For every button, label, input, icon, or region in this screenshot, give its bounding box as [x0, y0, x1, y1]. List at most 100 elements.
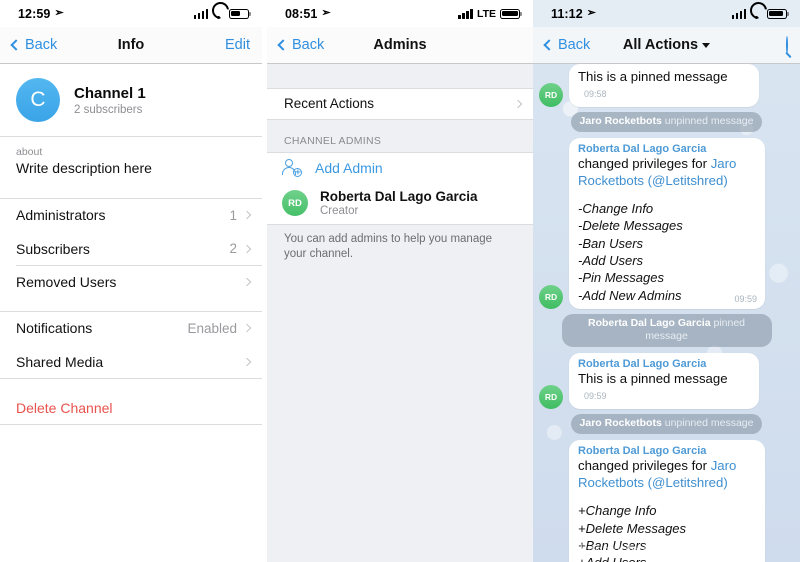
section-header-channel-admins: CHANNEL ADMINS [284, 135, 382, 147]
permission-item: +Delete Messages [578, 520, 687, 536]
permission-item: +Add Users [578, 554, 757, 562]
back-button-panel1[interactable]: Back [10, 37, 58, 53]
nav-bar-panel1: Back Info Edit [0, 27, 262, 64]
back-button-panel3[interactable]: Back [543, 37, 590, 53]
chevron-right-icon [242, 277, 252, 287]
service-action: unpinned message [664, 115, 754, 128]
permission-item: -Ban Users [578, 235, 644, 251]
row-shared-media[interactable]: Shared Media [0, 345, 262, 378]
row-value: 2 [229, 241, 237, 256]
message-bubble-privileges[interactable]: Roberta Dal Lago Garcia changed privileg… [569, 137, 765, 309]
cellular-bars-icon [731, 8, 746, 19]
status-time: 12:59 [18, 6, 51, 21]
status-bar-panel1: 12:59 ➢ [0, 0, 262, 27]
chat-message-row: RD Roberta Dal Lago Garcia This is a pin… [539, 353, 794, 410]
permission-list: -Change Info -Delete Messages -Ban Users… [578, 200, 757, 304]
channel-name: Channel 1 [74, 84, 146, 102]
service-message-row: Roberta Dal Lago Garcia pinned message [539, 313, 794, 348]
edit-button[interactable]: Edit [225, 37, 250, 53]
row-administrators[interactable]: Administrators 1 [0, 198, 262, 232]
privilege-intro: changed privileges for [578, 155, 711, 171]
avatar: C [16, 78, 60, 122]
nav-bar-panel2: Back Admins [267, 27, 533, 64]
row-value: Enabled [187, 320, 237, 336]
chevron-left-icon [277, 39, 289, 51]
row-label: Delete Channel [16, 399, 113, 416]
admins-footnote: You can add admins to help you manage yo… [284, 232, 493, 260]
search-button[interactable] [786, 36, 788, 54]
message-body: This is a pinned message [578, 371, 728, 387]
permission-item: -Add Users [578, 252, 644, 268]
chat-message-row: RD Roberta Dal Lago Garcia changed privi… [539, 137, 794, 309]
all-actions-label: All Actions [622, 37, 699, 53]
about-label: about [16, 145, 43, 158]
delete-channel-button[interactable]: Delete Channel [0, 391, 262, 424]
search-icon [786, 36, 788, 54]
row-label: Subscribers [16, 240, 90, 257]
chevron-down-icon [702, 42, 711, 48]
status-time: 08:51 [285, 6, 318, 21]
service-action: unpinned message [664, 417, 754, 430]
row-label: Shared Media [16, 353, 104, 370]
about-section[interactable]: about Write description here [0, 136, 262, 186]
service-actor: Jaro Rocketbots [579, 115, 662, 128]
chevron-right-icon [242, 357, 252, 366]
permission-item: -Delete Messages [578, 218, 683, 234]
admin-list-item[interactable]: RD Roberta Dal Lago Garcia Creator [267, 183, 533, 224]
avatar: RD [539, 284, 563, 309]
message-bubble[interactable]: This is a pinned message 09:58 [569, 64, 759, 108]
battery-icon [500, 8, 523, 19]
add-admin-button[interactable]: Add Admin [267, 152, 533, 183]
channel-profile-header[interactable]: C Channel 1 2 subscribers [0, 64, 262, 136]
message-author: Roberta Dal Lago Garcia [578, 142, 707, 155]
message-text: This is a pinned message 09:58 [578, 69, 751, 102]
back-button-panel2[interactable]: Back [277, 37, 325, 53]
message-body: This is a pinned message [578, 69, 728, 84]
channel-subscribers: 2 subscribers [74, 103, 143, 116]
nav-bar-panel3: Back All Actions [533, 27, 800, 64]
avatar: RD [282, 190, 308, 216]
info-body: C Channel 1 2 subscribers about Write de… [0, 64, 262, 425]
wifi-icon [750, 9, 763, 19]
status-bar-panel2: 08:51 ➢ LTE [267, 0, 533, 27]
privilege-intro: changed privileges for [578, 458, 711, 473]
location-arrow-icon: ➢ [586, 7, 596, 19]
row-label: Recent Actions [284, 96, 375, 111]
battery-icon [767, 8, 790, 19]
message-time: 09:59 [734, 293, 757, 304]
row-recent-actions[interactable]: Recent Actions [267, 88, 533, 119]
admin-name: Roberta Dal Lago Garcia [320, 189, 478, 204]
back-label: Back [292, 37, 325, 53]
chevron-left-icon [543, 39, 555, 51]
permission-item: -Pin Messages [578, 270, 664, 286]
row-notifications[interactable]: Notifications Enabled [0, 311, 262, 345]
location-arrow-icon: ➢ [54, 7, 64, 19]
back-label: Back [25, 37, 58, 53]
chevron-right-icon [242, 244, 252, 253]
section-gap [0, 378, 262, 391]
admin-role: Creator [320, 205, 359, 217]
location-arrow-icon: ➢ [321, 7, 331, 19]
chat-message-list[interactable]: RD This is a pinned message 09:58 Jaro Ro… [533, 64, 800, 562]
row-label: Notifications [16, 320, 93, 336]
avatar-slot: RD [539, 83, 569, 108]
chat-message-row: RD This is a pinned message 09:58 [539, 64, 794, 108]
chat-message-row: RD Roberta Dal Lago Garcia changed privi… [539, 440, 794, 562]
service-actor: Roberta Dal Lago Garcia [588, 316, 711, 329]
row-removed-users[interactable]: Removed Users [0, 265, 262, 299]
message-bubble-privileges[interactable]: Roberta Dal Lago Garcia changed privileg… [569, 440, 765, 562]
row-subscribers[interactable]: Subscribers 2 [0, 232, 262, 265]
three-screenshot-composite: 12:59 ➢ Back Info Edit C Channel 1 2 sub… [0, 0, 800, 562]
row-label: Administrators [16, 207, 106, 223]
permission-item: -Change Info [578, 201, 654, 217]
network-type-label: LTE [476, 7, 496, 20]
section-gap [0, 186, 262, 198]
cellular-bars-icon [193, 8, 208, 19]
permission-item: +Ban Users [578, 537, 647, 553]
avatar-slot: RD [539, 284, 569, 309]
message-bubble[interactable]: Roberta Dal Lago Garcia This is a pinned… [569, 353, 759, 410]
message-text: changed privileges for Jaro Rocketbots (… [578, 156, 757, 189]
message-text: changed privileges for Jaro Rocketbots (… [578, 458, 757, 491]
service-message: Jaro Rocketbots unpinned message [570, 112, 763, 132]
permission-item: -Add New Admins [578, 287, 682, 303]
